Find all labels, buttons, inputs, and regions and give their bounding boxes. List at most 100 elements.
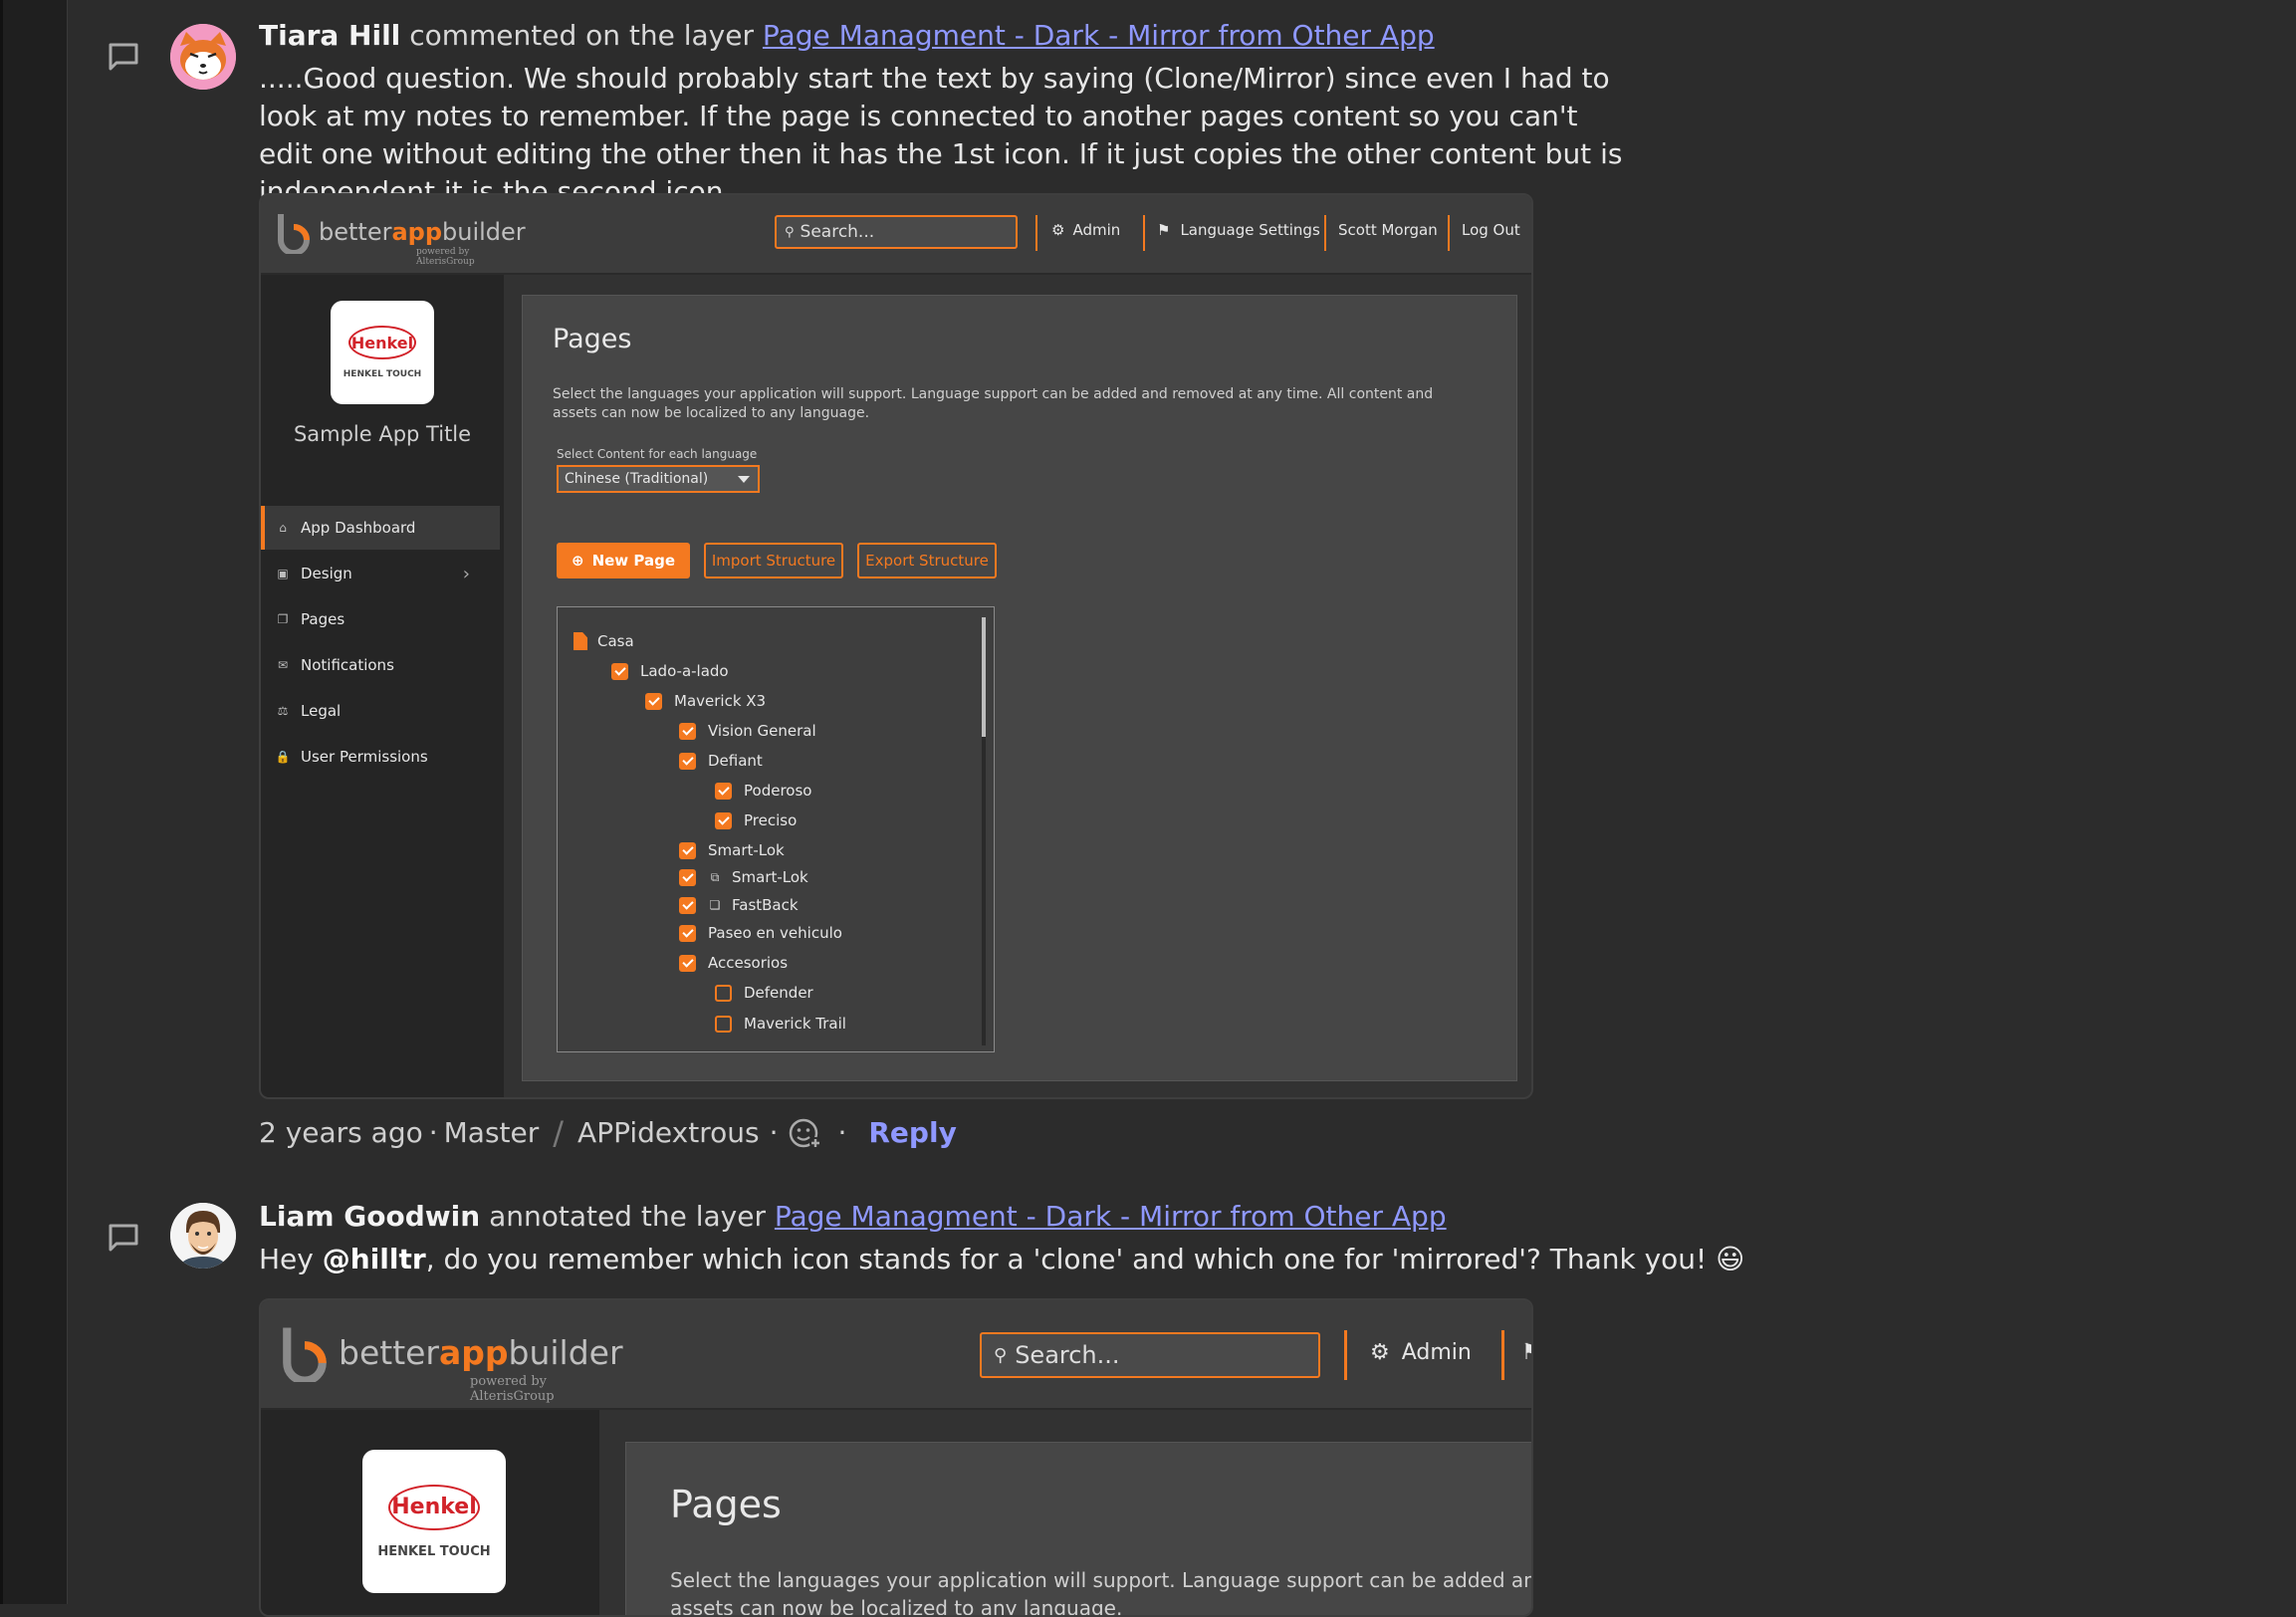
app-logo: betterappbuilder powered by AlterisGroup bbox=[275, 209, 526, 267]
search-icon: ⚲ bbox=[994, 1344, 1008, 1366]
comment-author[interactable]: Tiara Hill bbox=[259, 19, 400, 52]
tree-item[interactable]: Lado-a-lado bbox=[611, 662, 729, 680]
sidebar-item-pages[interactable]: ❐ Pages bbox=[261, 597, 500, 641]
comment-header: Liam Goodwin annotated the layer Page Ma… bbox=[259, 1198, 1447, 1236]
checkbox-checked[interactable] bbox=[715, 782, 732, 800]
layer-link[interactable]: Page Managment - Dark - Mirror from Othe… bbox=[775, 1200, 1447, 1233]
sidebar-item-notifications[interactable]: ✉ Notifications bbox=[261, 643, 500, 687]
user-name-link[interactable]: Scott Morgan bbox=[1338, 221, 1438, 239]
tree-item[interactable]: Poderoso bbox=[715, 782, 811, 800]
add-reaction-icon[interactable] bbox=[788, 1115, 823, 1151]
app-title: Sample App Title bbox=[293, 422, 472, 446]
tree-item[interactable]: Paseo en vehiculo bbox=[679, 924, 842, 942]
sidebar-item-app-dashboard[interactable]: ⌂ App Dashboard bbox=[261, 506, 500, 550]
sidebar-item-design[interactable]: ▣ Design › bbox=[261, 552, 500, 595]
tree-item[interactable]: Defender bbox=[715, 984, 813, 1002]
page-tree[interactable]: Casa Lado-a-lado Maverick X3 Vision Gene… bbox=[557, 606, 995, 1052]
avatar[interactable] bbox=[170, 1203, 236, 1269]
branch-name[interactable]: Master bbox=[444, 1115, 540, 1151]
export-structure-button[interactable]: Export Structure bbox=[857, 543, 997, 578]
tree-item[interactable]: Smart-Lok bbox=[679, 841, 785, 859]
app-logo: betterappbuilder powered by AlterisGroup bbox=[279, 1322, 623, 1404]
home-icon: ⌂ bbox=[279, 521, 287, 535]
page-title: Pages bbox=[670, 1483, 782, 1526]
lock-icon: 🔒 bbox=[275, 750, 291, 764]
comment-author[interactable]: Liam Goodwin bbox=[259, 1200, 480, 1233]
checkbox-checked[interactable] bbox=[715, 811, 732, 829]
admin-link[interactable]: ⚙ Admin bbox=[1370, 1340, 1472, 1365]
chevron-down-icon bbox=[738, 476, 750, 483]
scrollbar-thumb[interactable] bbox=[982, 617, 986, 737]
annotation-icon bbox=[109, 1224, 138, 1252]
gear-icon: ⚙ bbox=[1051, 221, 1065, 239]
annotation-screenshot[interactable]: betterappbuilder powered by AlterisGroup… bbox=[259, 1298, 1533, 1617]
checkbox-checked[interactable] bbox=[611, 662, 628, 680]
reply-button[interactable]: Reply bbox=[868, 1115, 956, 1151]
checkbox-checked[interactable] bbox=[679, 924, 696, 942]
scale-icon: ⚖ bbox=[277, 704, 289, 718]
search-input[interactable]: ⚲ Search... bbox=[980, 1332, 1320, 1378]
app-header: betterappbuilder powered by AlterisGroup… bbox=[261, 1300, 1531, 1410]
comment-action: annotated the layer bbox=[489, 1200, 766, 1233]
checkbox-unchecked[interactable] bbox=[715, 1015, 732, 1033]
app-header: betterappbuilder powered by AlterisGroup… bbox=[261, 195, 1531, 275]
checkbox-checked[interactable] bbox=[679, 722, 696, 740]
layer-link[interactable]: Page Managment - Dark - Mirror from Othe… bbox=[763, 19, 1435, 52]
language-select-label: Select Content for each language bbox=[557, 447, 758, 461]
tree-scrollbar[interactable] bbox=[982, 617, 986, 1045]
checkbox-checked[interactable] bbox=[679, 752, 696, 770]
comment-time: 2 years ago bbox=[259, 1116, 423, 1149]
plus-circle-icon: ⊕ bbox=[571, 552, 584, 570]
brand-caption: HENKEL TOUCH bbox=[377, 1543, 491, 1559]
project-name[interactable]: APPidextrous bbox=[577, 1115, 760, 1151]
sidebar-item-legal[interactable]: ⚖ Legal bbox=[261, 689, 500, 733]
logout-link[interactable]: Log Out bbox=[1462, 221, 1520, 239]
page-icon bbox=[574, 632, 587, 650]
pages-icon: ❐ bbox=[277, 612, 289, 626]
tree-item[interactable]: Maverick Trail bbox=[715, 1015, 846, 1033]
tree-item[interactable]: Casa bbox=[574, 632, 634, 650]
tree-item[interactable]: Accesorios bbox=[679, 954, 788, 972]
avatar[interactable] bbox=[170, 24, 236, 90]
pages-panel: Pages Select the languages your applicat… bbox=[625, 1442, 1531, 1615]
new-page-button[interactable]: ⊕ New Page bbox=[557, 543, 690, 578]
checkbox-checked[interactable] bbox=[679, 868, 696, 886]
left-rail bbox=[0, 0, 68, 1604]
checkbox-checked[interactable] bbox=[679, 896, 696, 914]
language-select[interactable]: Chinese (Traditional) bbox=[557, 465, 760, 493]
checkbox-checked[interactable] bbox=[679, 954, 696, 972]
gear-icon: ⚙ bbox=[1370, 1340, 1390, 1365]
admin-link[interactable]: ⚙ Admin bbox=[1051, 221, 1120, 239]
tree-item[interactable]: Defiant bbox=[679, 752, 763, 770]
powered-by: powered by AlterisGroup bbox=[416, 247, 475, 267]
man-avatar-icon bbox=[170, 1203, 236, 1269]
checkbox-checked[interactable] bbox=[679, 841, 696, 859]
comment-screenshot[interactable]: betterappbuilder powered by AlterisGroup… bbox=[259, 193, 1533, 1099]
user-mention[interactable]: @hilltr bbox=[323, 1243, 426, 1275]
mirror-page-icon: ⧉ bbox=[710, 869, 720, 884]
search-input[interactable]: ⚲ Search... bbox=[775, 215, 1018, 249]
image-icon: ▣ bbox=[277, 567, 289, 580]
comment-body: Hey @hilltr, do you remember which icon … bbox=[259, 1243, 1745, 1275]
page-title: Pages bbox=[553, 324, 632, 354]
brand-logo: Henkel HENKEL TOUCH bbox=[331, 301, 434, 404]
tree-item[interactable]: ❏ FastBack bbox=[679, 896, 799, 914]
window-edge bbox=[0, 0, 3, 1604]
pages-panel: Pages Select the languages your applicat… bbox=[522, 295, 1517, 1081]
sidebar-item-user-permissions[interactable]: 🔒 User Permissions bbox=[261, 735, 500, 779]
app-logo-mark-icon bbox=[283, 1327, 327, 1382]
app-logo-mark-icon bbox=[278, 214, 310, 254]
comment-meta: 2 years ago · Master / APPidextrous · · … bbox=[259, 1114, 957, 1152]
comment-header: Tiara Hill commented on the layer Page M… bbox=[259, 17, 1435, 55]
tree-item[interactable]: Maverick X3 bbox=[645, 692, 766, 710]
language-settings-link[interactable]: ⚑ Language Settings bbox=[1157, 221, 1320, 239]
import-structure-button[interactable]: Import Structure bbox=[704, 543, 843, 578]
tree-item[interactable]: Vision General bbox=[679, 722, 816, 740]
flag-icon[interactable]: ⚑ bbox=[1521, 1340, 1531, 1365]
tree-item[interactable]: Preciso bbox=[715, 811, 797, 829]
comment-icon bbox=[109, 43, 138, 71]
comment-action: commented on the layer bbox=[409, 19, 754, 52]
tree-item[interactable]: ⧉ Smart-Lok bbox=[679, 868, 808, 886]
checkbox-unchecked[interactable] bbox=[715, 984, 732, 1002]
checkbox-checked[interactable] bbox=[645, 692, 662, 710]
